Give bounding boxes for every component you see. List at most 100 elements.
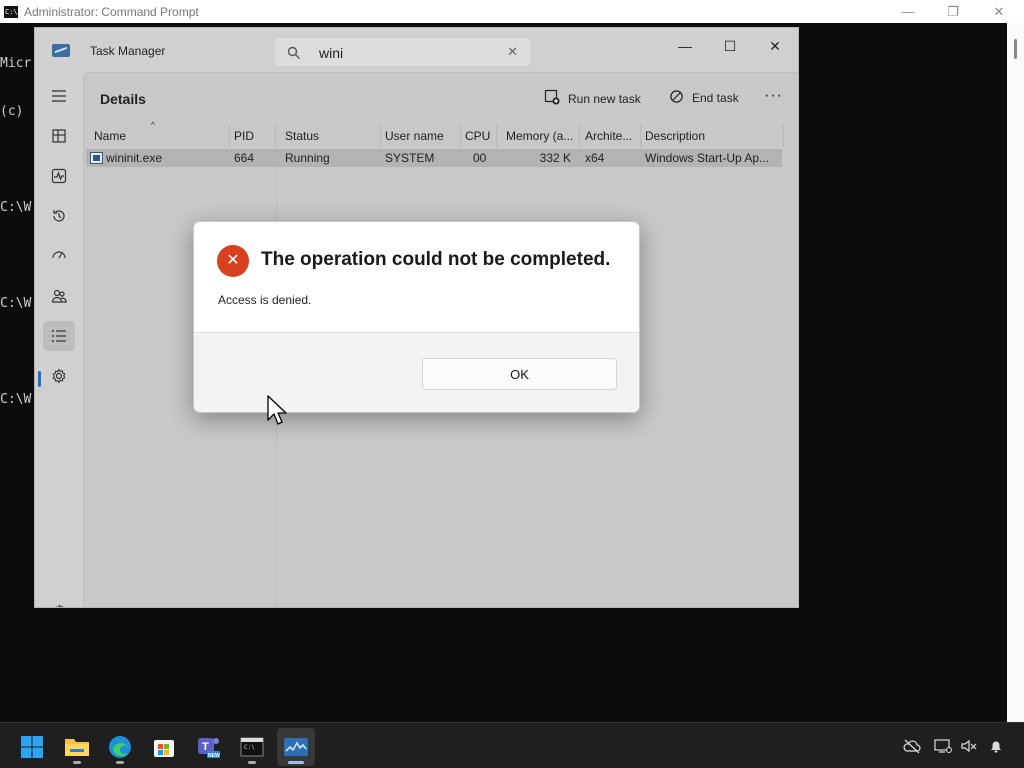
running-indicator bbox=[116, 761, 124, 764]
run-task-icon bbox=[544, 89, 560, 108]
hamburger-menu-button[interactable] bbox=[43, 81, 75, 111]
taskbar-teams[interactable]: T NEW bbox=[189, 728, 227, 766]
users-icon bbox=[51, 289, 67, 303]
cell-description: Windows Start-Up Ap... bbox=[645, 151, 770, 165]
task-manager-icon bbox=[284, 738, 308, 756]
search-input[interactable] bbox=[319, 43, 499, 63]
details-icon bbox=[52, 330, 66, 342]
more-options-button[interactable]: ··· bbox=[764, 87, 783, 105]
settings-gear-icon bbox=[55, 603, 63, 607]
column-header-architecture[interactable]: Archite... bbox=[581, 125, 641, 147]
taskbar-terminal[interactable]: C:\ bbox=[233, 728, 271, 766]
cmd-line bbox=[0, 248, 31, 264]
table-row[interactable]: wininit.exe 664 Running SYSTEM 00 332 K … bbox=[86, 149, 782, 167]
nav-details[interactable] bbox=[43, 321, 75, 351]
run-new-task-button[interactable]: Run new task bbox=[544, 89, 641, 108]
svg-text:NEW: NEW bbox=[208, 753, 220, 759]
cmd-line bbox=[0, 152, 31, 168]
network-offline-icon[interactable] bbox=[902, 736, 922, 756]
notification-bell-icon[interactable] bbox=[986, 736, 1006, 756]
volume-muted-icon[interactable] bbox=[959, 736, 979, 756]
column-header-cpu[interactable]: CPU bbox=[461, 125, 497, 147]
startup-apps-icon bbox=[52, 251, 66, 259]
column-header-name[interactable]: Name bbox=[90, 125, 230, 147]
run-new-task-label: Run new task bbox=[568, 91, 641, 106]
running-indicator bbox=[73, 761, 81, 764]
svg-text:C:\: C:\ bbox=[244, 744, 255, 751]
task-manager-logo-icon bbox=[52, 44, 70, 57]
dialog-title: The operation could not be completed. bbox=[261, 249, 611, 270]
dialog-content: ✕ The operation could not be completed. … bbox=[194, 222, 639, 333]
processes-icon bbox=[52, 129, 66, 143]
cell-memory: 332 K bbox=[539, 151, 571, 165]
search-icon bbox=[287, 46, 301, 60]
cmd-restore-button[interactable]: ❐ bbox=[930, 0, 976, 23]
performance-icon bbox=[51, 168, 67, 184]
cmd-console-text[interactable]: Micr (c) C:\W C:\W C:\W bbox=[0, 24, 31, 440]
cell-user-name: SYSTEM bbox=[385, 151, 435, 165]
taskbar-task-manager[interactable] bbox=[277, 728, 315, 766]
cmd-line: Micr bbox=[0, 56, 32, 71]
cell-architecture: x64 bbox=[585, 151, 605, 165]
search-box[interactable]: ✕ bbox=[274, 37, 531, 67]
cmd-minimize-button[interactable]: — bbox=[885, 0, 931, 23]
nav-active-indicator bbox=[38, 371, 41, 387]
tm-maximize-button[interactable]: ☐ bbox=[708, 32, 752, 60]
table-header: Name ^ PID Status User name CPU Memory (… bbox=[84, 120, 784, 147]
app-history-icon bbox=[53, 210, 65, 222]
page-title: Details bbox=[100, 91, 146, 107]
taskbar-store[interactable] bbox=[145, 728, 183, 766]
cmd-close-button[interactable]: ✕ bbox=[976, 0, 1022, 23]
cmd-line: C:\W bbox=[0, 296, 32, 311]
cmd-line: C:\W bbox=[0, 200, 32, 215]
column-header-description[interactable]: Description bbox=[641, 125, 784, 147]
display-network-icon[interactable] bbox=[933, 736, 953, 756]
terminal-icon: C:\ bbox=[240, 737, 264, 757]
column-header-user-name[interactable]: User name bbox=[381, 125, 461, 147]
cmd-scroll-thumb[interactable] bbox=[1014, 39, 1017, 59]
cell-name: wininit.exe bbox=[106, 151, 163, 165]
cmd-title: Administrator: Command Prompt bbox=[24, 4, 199, 19]
taskbar-edge[interactable] bbox=[101, 728, 139, 766]
tm-sidebar bbox=[35, 72, 83, 607]
tm-titlebar[interactable]: Task Manager ✕ — ☐ ✕ bbox=[35, 28, 798, 72]
cmd-scrollbar[interactable] bbox=[1007, 23, 1024, 722]
cmd-app-icon: C:\ bbox=[4, 5, 18, 18]
nav-processes[interactable] bbox=[43, 121, 75, 151]
teams-icon: TNEW bbox=[198, 738, 220, 759]
column-header-memory[interactable]: Memory (a... bbox=[502, 125, 580, 147]
running-indicator bbox=[248, 761, 256, 764]
cmd-line: C:\W bbox=[0, 392, 32, 407]
sort-ascending-icon: ^ bbox=[151, 120, 156, 130]
start-button[interactable] bbox=[13, 728, 51, 766]
nav-startup-apps[interactable] bbox=[43, 241, 75, 271]
end-task-label: End task bbox=[692, 91, 739, 105]
column-header-pid[interactable]: PID bbox=[230, 125, 276, 147]
menu-icon bbox=[52, 90, 66, 102]
tm-minimize-button[interactable]: — bbox=[663, 32, 707, 60]
end-task-icon bbox=[669, 89, 684, 107]
ok-button[interactable]: OK bbox=[422, 358, 617, 390]
cell-pid: 664 bbox=[234, 151, 255, 165]
folder-icon bbox=[65, 739, 89, 756]
nav-users[interactable] bbox=[43, 281, 75, 311]
windows-logo-icon bbox=[21, 736, 43, 758]
services-icon bbox=[52, 368, 66, 384]
process-app-icon bbox=[90, 152, 103, 164]
nav-settings[interactable] bbox=[43, 596, 75, 607]
nav-app-history[interactable] bbox=[43, 201, 75, 231]
cmd-titlebar[interactable]: C:\ Administrator: Command Prompt — ❐ ✕ bbox=[0, 0, 1024, 23]
cmd-line bbox=[0, 344, 31, 360]
search-clear-icon[interactable]: ✕ bbox=[507, 44, 518, 60]
taskbar-file-explorer[interactable] bbox=[58, 728, 96, 766]
nav-performance[interactable] bbox=[43, 161, 75, 191]
column-header-status[interactable]: Status bbox=[281, 125, 381, 147]
tm-close-button[interactable]: ✕ bbox=[753, 32, 797, 60]
end-task-button[interactable]: End task bbox=[669, 89, 739, 107]
error-dialog: ✕ The operation could not be completed. … bbox=[193, 221, 640, 413]
nav-services[interactable] bbox=[43, 361, 75, 391]
cell-cpu: 00 bbox=[473, 151, 487, 165]
store-icon bbox=[154, 740, 174, 757]
cmd-line: (c) bbox=[0, 104, 32, 119]
taskbar: T NEW C:\ bbox=[0, 722, 1024, 768]
